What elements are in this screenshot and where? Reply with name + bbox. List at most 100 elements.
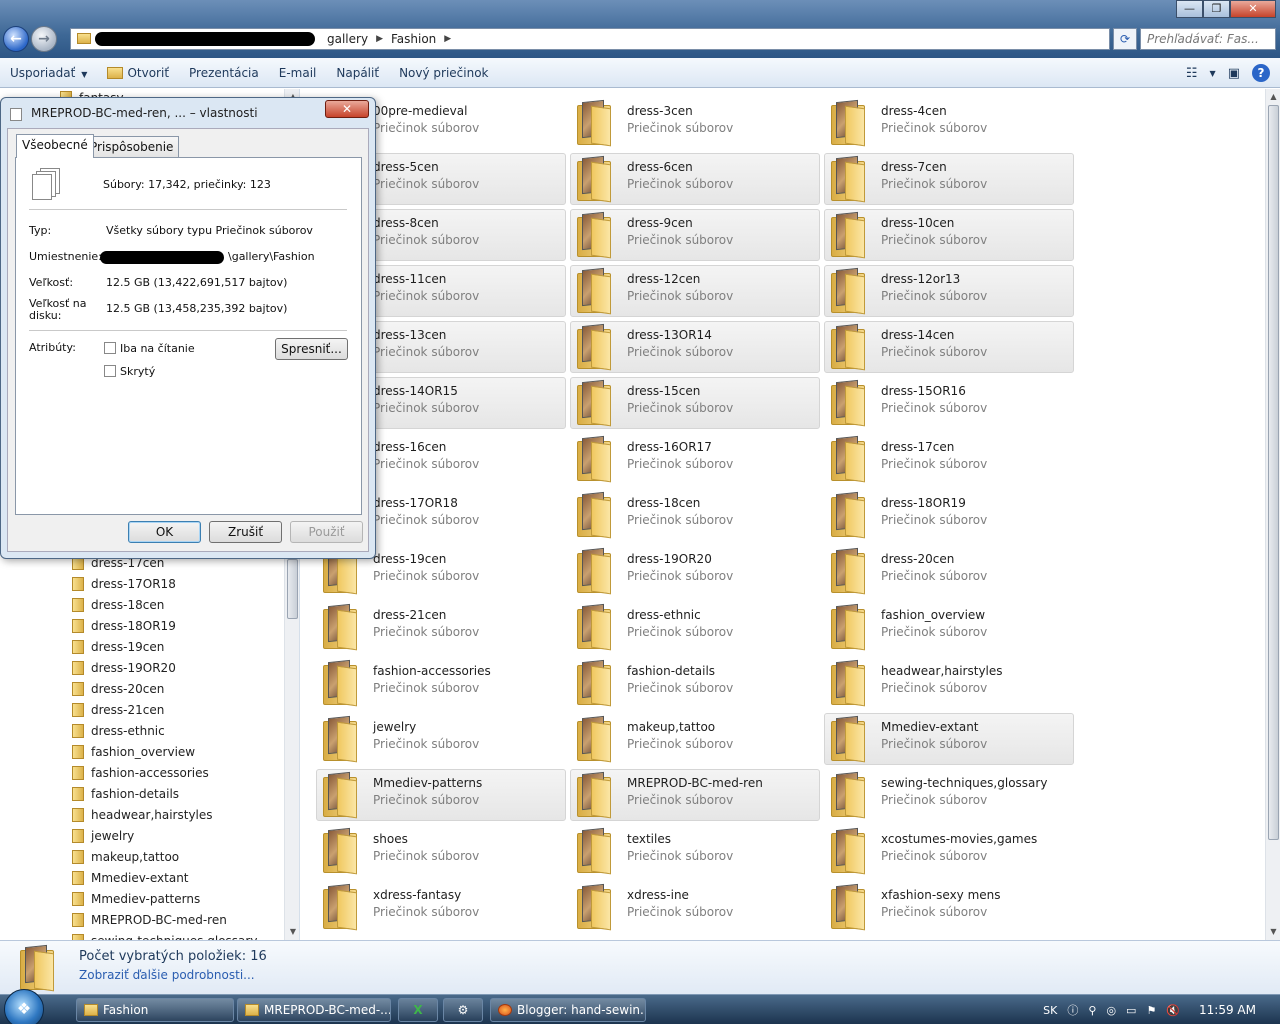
- scroll-down-arrow-icon[interactable]: ▼: [285, 924, 299, 940]
- nav-tree-item[interactable]: fashion-details: [72, 783, 179, 804]
- show-more-details-link[interactable]: Zobraziť ďalšie podrobnosti...: [79, 968, 255, 982]
- apply-button[interactable]: Použiť: [290, 521, 363, 543]
- hidden-checkbox[interactable]: [104, 365, 116, 377]
- folder-item[interactable]: dress-18cen Priečinok súborov: [570, 489, 820, 541]
- folder-item[interactable]: xcostumes-movies,games Priečinok súborov: [824, 825, 1074, 877]
- cancel-button[interactable]: Zrušiť: [209, 521, 282, 543]
- advanced-button[interactable]: Spresniť...: [275, 338, 348, 360]
- folder-item[interactable]: dress-13OR14 Priečinok súborov: [570, 321, 820, 373]
- nav-tree-item[interactable]: jewelry: [72, 825, 134, 846]
- breadcrumb-fashion[interactable]: Fashion: [391, 32, 436, 46]
- dialog-close-button[interactable]: ✕: [325, 100, 369, 118]
- folder-item[interactable]: dress-18OR19 Priečinok súborov: [824, 489, 1074, 541]
- tab-general[interactable]: Všeobecné: [16, 134, 94, 158]
- nav-tree-item[interactable]: MREPROD-BC-med-ren: [72, 909, 227, 930]
- folder-item[interactable]: dress-20cen Priečinok súborov: [824, 545, 1074, 597]
- network-icon[interactable]: ⚲: [1088, 1004, 1096, 1017]
- nav-tree-item[interactable]: Mmediev-extant: [72, 867, 189, 888]
- nav-tree-item[interactable]: dress-19OR20: [72, 657, 176, 678]
- chevron-down-icon[interactable]: ▼: [1210, 69, 1216, 78]
- nav-tree-item[interactable]: sewing-techniques,glossary: [72, 930, 257, 940]
- folder-item[interactable]: makeup,tattoo Priečinok súborov: [570, 713, 820, 765]
- folder-item[interactable]: fashion_overview Priečinok súborov: [824, 601, 1074, 653]
- minimize-button[interactable]: —: [1176, 0, 1203, 18]
- folder-item[interactable]: dress-16OR17 Priečinok súborov: [570, 433, 820, 485]
- folder-item[interactable]: dress-ethnic Priečinok súborov: [570, 601, 820, 653]
- folder-item[interactable]: textiles Priečinok súborov: [570, 825, 820, 877]
- language-indicator[interactable]: SK: [1043, 1004, 1057, 1017]
- folder-item[interactable]: xfashion-sexy mens Priečinok súborov: [824, 881, 1074, 933]
- folder-item[interactable]: headwear,hairstyles Priečinok súborov: [824, 657, 1074, 709]
- burn-button[interactable]: Napáliť: [326, 66, 389, 80]
- folder-item[interactable]: dress-15OR16 Priečinok súborov: [824, 377, 1074, 429]
- folder-item[interactable]: xdress-ine Priečinok súborov: [570, 881, 820, 933]
- folder-item[interactable]: MREPROD-BC-med-ren Priečinok súborov: [570, 769, 820, 821]
- nav-tree-item[interactable]: fashion_overview: [72, 741, 195, 762]
- help-icon[interactable]: ?: [1252, 64, 1270, 82]
- folder-item[interactable]: dress-15cen Priečinok súborov: [570, 377, 820, 429]
- slideshow-button[interactable]: Prezentácia: [179, 66, 269, 80]
- folder-item[interactable]: dress-7cen Priečinok súborov: [824, 153, 1074, 205]
- breadcrumb-gallery[interactable]: gallery: [327, 32, 368, 46]
- refresh-button[interactable]: ⟳: [1113, 28, 1137, 50]
- folder-item[interactable]: dress-9cen Priečinok súborov: [570, 209, 820, 261]
- tab-customize[interactable]: Prispôsobenie: [84, 136, 180, 157]
- nav-scroll-thumb[interactable]: [287, 559, 298, 619]
- folder-item[interactable]: dress-4cen Priečinok súborov: [824, 97, 1074, 149]
- antivirus-icon[interactable]: ◎: [1106, 1004, 1116, 1017]
- ok-button[interactable]: OK: [128, 521, 201, 543]
- nav-tree-item[interactable]: Mmediev-patterns: [72, 888, 200, 909]
- folder-item[interactable]: dress-14cen Priečinok súborov: [824, 321, 1074, 373]
- email-button[interactable]: E-mail: [269, 66, 327, 80]
- scroll-down-arrow-icon[interactable]: ▼: [1266, 924, 1280, 940]
- views-icon[interactable]: ☷: [1186, 66, 1198, 81]
- folder-item[interactable]: sewing-techniques,glossary Priečinok súbo…: [824, 769, 1074, 821]
- folder-item[interactable]: shoes Priečinok súborov: [316, 825, 566, 877]
- preview-pane-icon[interactable]: ▣: [1228, 66, 1240, 81]
- folder-item[interactable]: jewelry Priečinok súborov: [316, 713, 566, 765]
- nav-tree-item[interactable]: dress-18cen: [72, 594, 164, 615]
- taskbar-item-excel[interactable]: X: [398, 998, 438, 1022]
- close-button[interactable]: ✕: [1230, 0, 1276, 18]
- chevron-right-icon[interactable]: ▶: [444, 34, 451, 44]
- main-scroll-thumb[interactable]: [1268, 105, 1279, 840]
- taskbar-item-firefox[interactable]: Blogger: hand-sewin...: [490, 998, 646, 1022]
- nav-tree-item[interactable]: makeup,tattoo: [72, 846, 179, 867]
- chevron-right-icon[interactable]: ▶: [376, 34, 383, 44]
- new-folder-button[interactable]: Nový priečinok: [389, 66, 498, 80]
- nav-tree-item[interactable]: headwear,hairstyles: [72, 804, 213, 825]
- nav-tree-item[interactable]: dress-17OR18: [72, 573, 176, 594]
- address-bar[interactable]: gallery ▶ Fashion ▶: [70, 28, 1110, 50]
- nav-tree-item[interactable]: dress-19cen: [72, 636, 164, 657]
- folder-item[interactable]: dress-6cen Priečinok súborov: [570, 153, 820, 205]
- nav-tree-item[interactable]: dress-21cen: [72, 699, 164, 720]
- nav-tree-item[interactable]: dress-20cen: [72, 678, 164, 699]
- folder-item[interactable]: dress-19OR20 Priečinok súborov: [570, 545, 820, 597]
- readonly-checkbox[interactable]: [104, 342, 116, 354]
- folder-item[interactable]: dress-10cen Priečinok súborov: [824, 209, 1074, 261]
- folder-item[interactable]: xdress-fantasy Priečinok súborov: [316, 881, 566, 933]
- taskbar-item-fashion[interactable]: Fashion: [76, 998, 234, 1022]
- maximize-button[interactable]: ❐: [1203, 0, 1230, 18]
- folder-item[interactable]: fashion-accessories Priečinok súborov: [316, 657, 566, 709]
- nav-tree-item[interactable]: dress-ethnic: [72, 720, 165, 741]
- folder-item[interactable]: dress-12cen Priečinok súborov: [570, 265, 820, 317]
- search-input[interactable]: Prehľadávať: Fas...: [1140, 28, 1276, 50]
- scroll-up-arrow-icon[interactable]: ▲: [1266, 89, 1280, 105]
- folder-item[interactable]: fashion-details Priečinok súborov: [570, 657, 820, 709]
- folder-item[interactable]: Mmediev-extant Priečinok súborov: [824, 713, 1074, 765]
- folder-item[interactable]: Mmediev-patterns Priečinok súborov: [316, 769, 566, 821]
- display-icon[interactable]: ▭: [1126, 1004, 1136, 1017]
- open-button[interactable]: Otvoriť: [97, 66, 179, 80]
- organize-button[interactable]: Usporiadať ▼: [0, 66, 97, 80]
- volume-icon[interactable]: 🔇: [1166, 1004, 1180, 1017]
- folder-item[interactable]: dress-12or13 Priečinok súborov: [824, 265, 1074, 317]
- folder-item[interactable]: dress-21cen Priečinok súborov: [316, 601, 566, 653]
- clock[interactable]: 11:59 AM: [1199, 1003, 1256, 1017]
- help-icon[interactable]: ⓘ: [1067, 1002, 1078, 1018]
- folder-item[interactable]: dress-3cen Priečinok súborov: [570, 97, 820, 149]
- flag-icon[interactable]: ⚑: [1146, 1004, 1156, 1017]
- nav-tree-item[interactable]: dress-18OR19: [72, 615, 176, 636]
- nav-tree-item[interactable]: fashion-accessories: [72, 762, 209, 783]
- folder-item[interactable]: dress-17cen Priečinok súborov: [824, 433, 1074, 485]
